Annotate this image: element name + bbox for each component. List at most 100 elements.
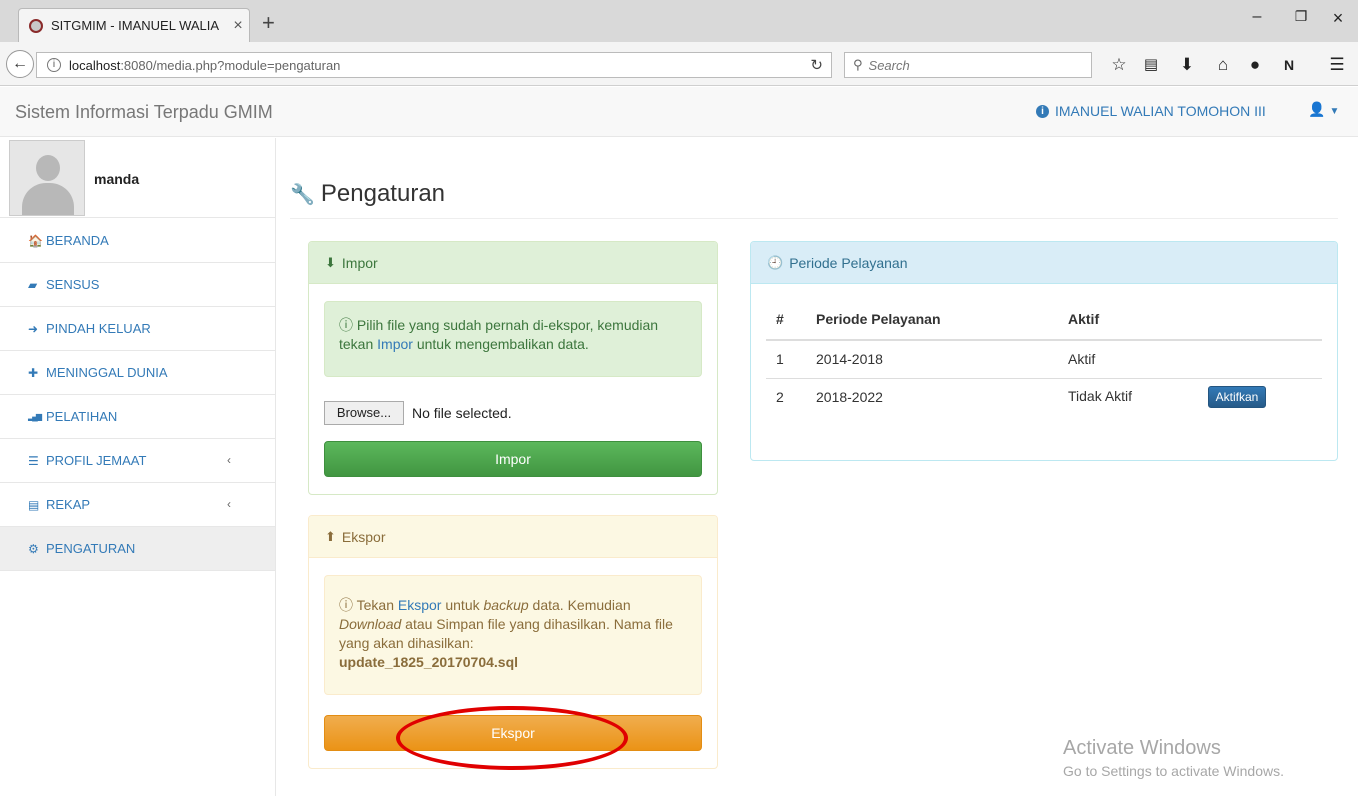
new-tab-button[interactable]: +: [262, 12, 275, 34]
extension-circle-icon[interactable]: ●: [1244, 55, 1266, 75]
site-favicon-icon: [29, 18, 43, 33]
sidebar-item-beranda[interactable]: 🏠 BERANDA: [0, 219, 275, 263]
ekspor-button[interactable]: Ekspor: [324, 715, 702, 751]
sign-out-icon: ➜: [28, 321, 39, 336]
cell-status-action: Tidak Aktif Aktifkan: [1058, 377, 1322, 416]
upload-icon: ⬆: [325, 528, 336, 544]
sidebar-item-label: SENSUS: [46, 277, 100, 292]
sidebar-item-label: PENGATURAN: [46, 541, 136, 556]
cell-no: 1: [766, 339, 806, 378]
sidebar-item-label: PROFIL JEMAAT: [46, 453, 147, 468]
chevron-left-icon: ‹: [227, 497, 231, 511]
bookmark-star-icon[interactable]: ☆: [1108, 55, 1130, 75]
info-circle-icon: i: [1036, 104, 1049, 118]
username: manda: [94, 171, 140, 187]
url-host: localhost: [69, 57, 121, 73]
sidebar-item-label: PINDAH KELUAR: [46, 321, 151, 336]
ekspor-heading-text: Ekspor: [341, 528, 386, 545]
minimize-icon[interactable]: –: [1234, 8, 1280, 26]
column-header-aktif: Aktif: [1058, 298, 1322, 341]
impor-alert-text-b: untuk mengembalikan data.: [412, 336, 589, 352]
browse-file-button[interactable]: Browse...: [324, 401, 404, 425]
avatar: [9, 140, 85, 216]
table-row: 1 2014-2018 Aktif: [766, 339, 1322, 378]
sidebar-item-label: MENINGGAL DUNIA: [46, 365, 168, 380]
ekspor-filename: update_1825_20170704.sql: [339, 654, 519, 670]
info-circle-icon: ⓘ: [339, 317, 353, 333]
extension-n-icon[interactable]: N: [1278, 55, 1300, 75]
info-circle-icon: ⓘ: [339, 597, 353, 613]
cell-no: 2: [766, 377, 806, 416]
periode-heading-text: Periode Pelayanan: [789, 254, 908, 271]
ekspor-alert-text-b: untuk: [441, 597, 484, 613]
ekspor-alert-em-backup: backup: [483, 597, 529, 613]
impor-button[interactable]: Impor: [324, 441, 702, 477]
browser-toolbar: ← i localhost:8080/media.php?module=peng…: [0, 42, 1358, 86]
sidebar-item-profil-jemaat[interactable]: ☰ PROFIL JEMAAT ‹: [0, 439, 275, 483]
divider: [290, 218, 1338, 219]
user-profile: manda: [0, 138, 275, 218]
page-title: 🔧 Pengaturan: [290, 180, 445, 208]
cell-status: Tidak Aktif: [1068, 388, 1133, 405]
cell-status: Aktif: [1058, 339, 1322, 378]
home-browser-icon[interactable]: ⌂: [1212, 55, 1234, 75]
chevron-left-icon: ‹: [227, 453, 231, 467]
periode-table: # Periode Pelayanan Aktif 1 2014-2018 Ak…: [766, 298, 1322, 416]
ekspor-alert-text-a: Tekan: [356, 597, 398, 613]
ekspor-alert-text-c: data. Kemudian: [528, 597, 631, 613]
browser-tab[interactable]: SITGMIM - IMANUEL WALIA ×: [18, 8, 250, 42]
sidebar-item-label: BERANDA: [46, 233, 109, 248]
periode-panel-heading: 🕘 Periode Pelayanan: [751, 242, 1337, 284]
back-arrow-icon[interactable]: ←: [6, 50, 34, 78]
download-icon[interactable]: ⬇: [1176, 55, 1198, 75]
search-icon: ⚲: [853, 57, 863, 72]
page-title-text: Pengaturan: [320, 180, 446, 207]
app-navbar: Sistem Informasi Terpadu GMIM i IMANUEL …: [0, 87, 1358, 137]
cell-periode: 2018-2022: [806, 377, 1058, 416]
aktifkan-button[interactable]: Aktifkan: [1208, 386, 1266, 409]
tab-title: SITGMIM - IMANUEL WALIA: [51, 18, 220, 33]
ekspor-alert-link: Ekspor: [397, 597, 442, 613]
cogs-icon: ⚙: [28, 541, 39, 556]
reload-icon[interactable]: ↻: [810, 56, 823, 74]
home-icon: 🏠: [28, 233, 43, 248]
sidebar: manda 🏠 BERANDA ▰ SENSUS ➜ PINDAH KELUAR…: [0, 138, 276, 796]
file-icon: ▤: [28, 497, 40, 512]
wrench-icon: 🔧: [290, 183, 315, 206]
ekspor-alert-em-download: Download: [339, 616, 402, 632]
impor-heading-text: Impor: [341, 254, 378, 271]
ekspor-alert: ⓘ Tekan Ekspor untuk backup data. Kemudi…: [324, 575, 702, 695]
brand-title[interactable]: Sistem Informasi Terpadu GMIM: [15, 102, 273, 123]
signal-icon: ▂▄▆: [28, 412, 42, 421]
search-input[interactable]: ⚲ Search: [844, 52, 1092, 78]
tab-close-icon[interactable]: ×: [227, 17, 249, 35]
sidebar-item-label: REKAP: [46, 497, 91, 512]
sidebar-item-pengaturan[interactable]: ⚙ PENGATURAN: [0, 527, 275, 571]
sidebar-item-label: PELATIHAN: [46, 409, 118, 424]
user-icon: 👤: [1308, 101, 1326, 117]
list-icon: ☰: [28, 453, 39, 468]
reading-list-icon[interactable]: ▤: [1140, 55, 1162, 75]
site-info-icon[interactable]: i: [47, 58, 61, 72]
search-placeholder: Search: [868, 57, 910, 73]
sidebar-item-pindah-keluar[interactable]: ➜ PINDAH KELUAR: [0, 307, 275, 351]
address-bar[interactable]: i localhost:8080/media.php?module=pengat…: [36, 52, 832, 78]
hamburger-menu-icon[interactable]: ☰: [1326, 55, 1348, 75]
sidebar-item-rekap[interactable]: ▤ REKAP ‹: [0, 483, 275, 527]
column-header-periode: Periode Pelayanan: [806, 298, 1058, 341]
sidebar-item-meninggal-dunia[interactable]: ✚ MENINGGAL DUNIA: [0, 351, 275, 395]
download-icon: ⬇: [325, 254, 336, 270]
browser-tab-strip: SITGMIM - IMANUEL WALIA × + – ❐ ×: [0, 0, 1358, 42]
ekspor-panel-heading: ⬆ Ekspor: [309, 516, 717, 558]
user-dropdown[interactable]: 👤 ▼: [1308, 101, 1339, 118]
clock-icon: 🕘: [767, 254, 784, 270]
window-close-icon[interactable]: ×: [1318, 8, 1358, 29]
impor-alert-link: Impor: [377, 336, 413, 352]
plus-icon: ✚: [28, 365, 39, 380]
no-file-label: No file selected.: [412, 405, 512, 421]
church-info-link[interactable]: i IMANUEL WALIAN TOMOHON III: [1036, 103, 1266, 119]
column-header-no: #: [766, 298, 806, 341]
impor-alert: ⓘ Pilih file yang sudah pernah di-ekspor…: [324, 301, 702, 377]
sidebar-item-pelatihan[interactable]: ▂▄▆ PELATIHAN: [0, 395, 275, 439]
sidebar-item-sensus[interactable]: ▰ SENSUS: [0, 263, 275, 307]
